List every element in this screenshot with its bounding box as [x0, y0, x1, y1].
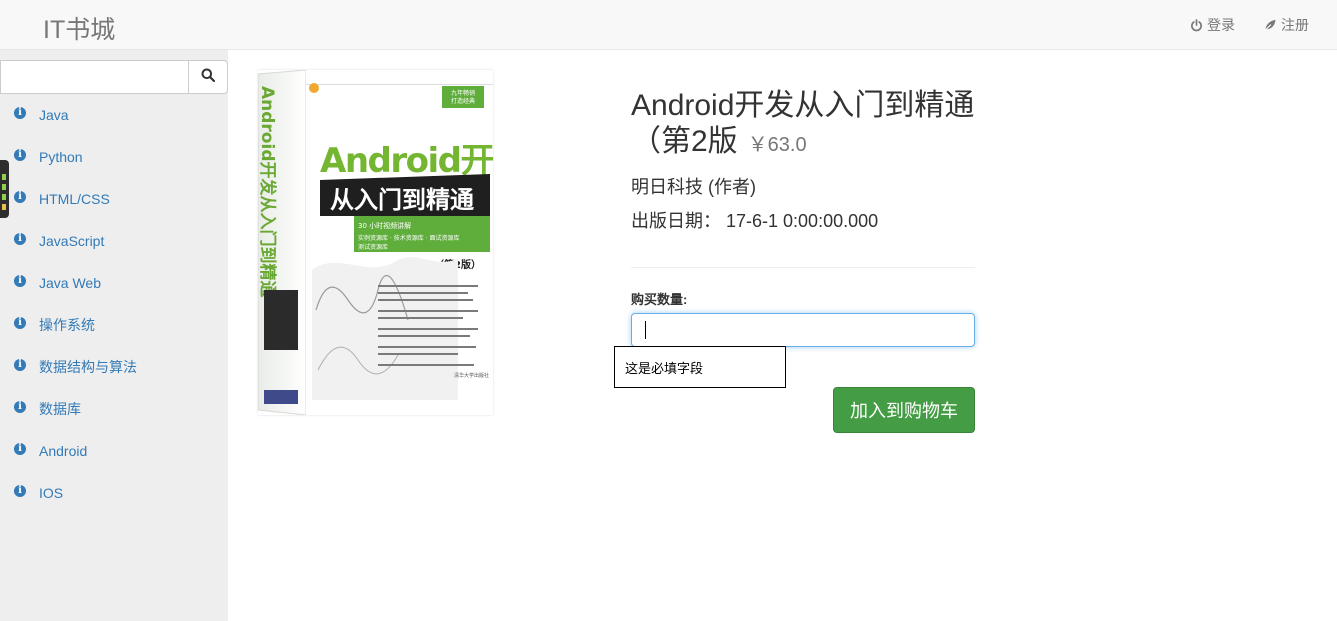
- sidebar-item-label: 操作系统: [39, 317, 95, 333]
- book-cover-image: Android开发从入门到精通 九年畅销 打造经典 Android开发 从入门到…: [257, 69, 528, 416]
- sidebar-item-label: IOS: [39, 485, 64, 501]
- cover-title-line2: 从入门到精通: [330, 186, 474, 214]
- divider: [631, 267, 975, 268]
- search-icon: [201, 68, 216, 87]
- leaf-icon: [1263, 19, 1277, 32]
- validation-tooltip: 这是必填字段: [614, 346, 786, 388]
- book-price: ￥63.0: [747, 134, 807, 156]
- sidebar: i Java i Python i HTML/CSS i JavaScript i Java We…: [0, 50, 228, 621]
- register-label: 注册: [1281, 17, 1309, 33]
- book-pubdate: 出版日期： 17-6-1 0:00:00.000: [631, 211, 879, 231]
- sidebar-item-category[interactable]: i 数据库: [0, 388, 228, 430]
- svg-text:打造经典: 打造经典: [451, 97, 475, 105]
- quantity-label: 购买数量:: [631, 292, 688, 307]
- register-link[interactable]: 注册: [1263, 15, 1309, 35]
- info-icon: i: [14, 275, 26, 287]
- quantity-input[interactable]: [631, 313, 975, 347]
- cover-publisher: 清华大学出版社: [454, 372, 489, 379]
- login-link[interactable]: 登录: [1190, 15, 1235, 35]
- book-details: Android开发从入门到精通（第2版 ￥63.0 明日科技 (作者) 出版日期：…: [631, 88, 975, 233]
- login-label: 登录: [1207, 17, 1235, 33]
- side-widget[interactable]: [0, 160, 9, 218]
- text-caret: [645, 321, 646, 339]
- info-icon: i: [14, 359, 26, 371]
- book-author: 明日科技 (作者): [631, 177, 756, 197]
- sidebar-item-category[interactable]: i 数据结构与算法: [0, 346, 228, 388]
- sidebar-item-label: Java: [39, 107, 69, 123]
- info-icon: i: [14, 191, 26, 203]
- sidebar-item-label: 数据库: [39, 401, 81, 417]
- svg-text:30 小时视频讲解: 30 小时视频讲解: [358, 221, 411, 230]
- navbar: IT书城 登录 注册: [0, 0, 1337, 50]
- sidebar-item-category[interactable]: i Java: [0, 94, 228, 136]
- info-icon: i: [14, 485, 26, 497]
- sidebar-item-label: 数据结构与算法: [39, 359, 137, 375]
- cover-spine-text: Android开发从入门到精通: [258, 86, 278, 298]
- brand-title[interactable]: IT书城: [43, 10, 115, 46]
- sidebar-item-category[interactable]: i HTML/CSS: [0, 178, 228, 220]
- sidebar-item-label: JavaScript: [39, 233, 105, 249]
- book-title: Android开发从入门到精通（第2版 ￥63.0: [631, 88, 975, 163]
- sidebar-item-category[interactable]: i Android: [0, 430, 228, 472]
- sidebar-item-category[interactable]: i JavaScript: [0, 220, 228, 262]
- sidebar-item-label: Python: [39, 149, 83, 165]
- sidebar-item-label: Java Web: [39, 275, 101, 291]
- svg-text:测试资源库: 测试资源库: [358, 243, 388, 251]
- sidebar-item-category[interactable]: i Python: [0, 136, 228, 178]
- info-icon: i: [14, 317, 26, 329]
- search-button[interactable]: [188, 60, 228, 94]
- category-list: i Java i Python i HTML/CSS i JavaScript i Java We…: [0, 94, 228, 514]
- sidebar-item-category[interactable]: i Java Web: [0, 262, 228, 304]
- add-to-cart-button[interactable]: 加入到购物车: [833, 387, 975, 433]
- svg-text:实例资源库 · 技术资源库 · 面试资源库: 实例资源库 · 技术资源库 · 面试资源库: [358, 234, 459, 242]
- sidebar-item-label: HTML/CSS: [39, 191, 110, 207]
- info-icon: i: [14, 149, 26, 161]
- info-icon: i: [14, 107, 26, 119]
- search-box: [0, 60, 228, 94]
- svg-text:九年畅销: 九年畅销: [451, 89, 475, 97]
- nav-right: 登录 注册: [1190, 0, 1309, 50]
- sidebar-item-category[interactable]: i IOS: [0, 472, 228, 514]
- info-icon: i: [14, 443, 26, 455]
- sidebar-item-category[interactable]: i 操作系统: [0, 304, 228, 346]
- info-icon: i: [14, 401, 26, 413]
- power-icon: [1190, 18, 1203, 32]
- sidebar-item-label: Android: [39, 443, 88, 459]
- search-input[interactable]: [0, 60, 189, 94]
- info-icon: i: [14, 233, 26, 245]
